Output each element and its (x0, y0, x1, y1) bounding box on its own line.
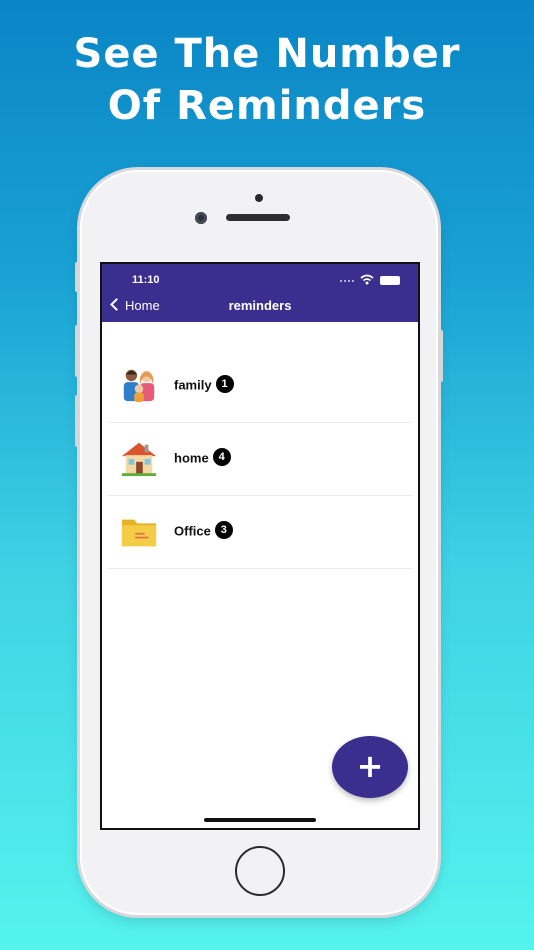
category-label: home 4 (174, 448, 231, 468)
volume-up-button (75, 325, 79, 377)
home-indicator (204, 818, 316, 822)
front-camera (195, 212, 207, 224)
category-name: home (174, 450, 209, 466)
signal-icon (340, 280, 354, 285)
power-button (439, 330, 443, 382)
list-item-home[interactable]: home 4 (108, 423, 412, 496)
battery-icon (380, 276, 400, 285)
category-list: family 1 home 4 Office 3 (108, 350, 412, 569)
count-badge: 3 (214, 521, 233, 539)
family-icon (123, 369, 155, 403)
app-screen: 11:10 Home reminders family 1 home 4 Off… (100, 262, 420, 830)
home-button[interactable] (235, 846, 285, 896)
headline-line-2: Of Reminders (107, 83, 427, 129)
category-label: family 1 (174, 375, 234, 395)
wifi-icon (360, 274, 374, 285)
navigation-bar: 11:10 Home reminders (102, 264, 418, 322)
folder-icon (121, 519, 157, 547)
phone-frame: 11:10 Home reminders family 1 home 4 Off… (75, 170, 443, 915)
category-label: Office 3 (174, 521, 233, 541)
category-name: family (174, 377, 212, 393)
add-category-button[interactable]: + (332, 736, 408, 798)
proximity-sensor (255, 194, 263, 202)
page-title: reminders (228, 298, 292, 313)
count-badge: 4 (212, 448, 231, 466)
list-item-family[interactable]: family 1 (108, 350, 412, 423)
volume-down-button (75, 395, 79, 447)
house-icon (121, 442, 157, 477)
mute-switch (75, 262, 79, 292)
list-item-office[interactable]: Office 3 (108, 496, 412, 569)
earpiece-speaker (226, 214, 290, 221)
status-time: 11:10 (132, 274, 160, 286)
headline-line-1: See The Number (73, 31, 461, 77)
count-badge: 1 (215, 375, 234, 393)
category-name: Office (174, 523, 211, 539)
plus-icon: + (356, 747, 384, 785)
headline: See The Number Of Reminders (0, 28, 534, 132)
status-icons (320, 274, 400, 286)
